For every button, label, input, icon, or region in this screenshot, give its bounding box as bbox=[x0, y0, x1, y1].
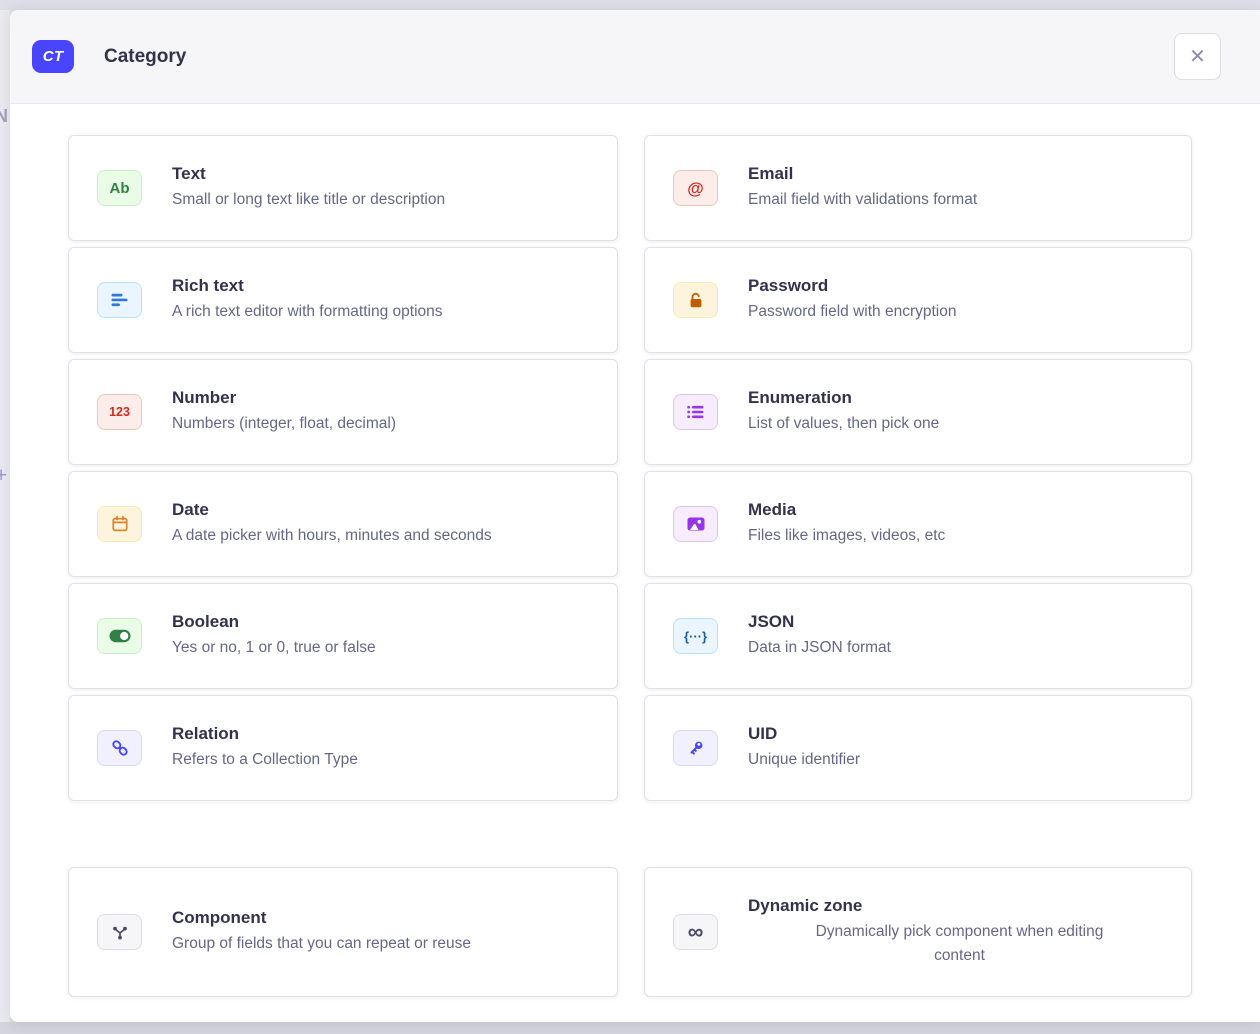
field-title: Number bbox=[172, 388, 597, 408]
component-nodes-icon bbox=[97, 914, 142, 950]
field-title: UID bbox=[748, 724, 1171, 744]
field-description: Data in JSON format bbox=[748, 636, 1171, 660]
password-lock-icon bbox=[673, 282, 718, 318]
field-card-json[interactable]: {···} JSON Data in JSON format bbox=[644, 583, 1192, 689]
field-card-text: Date A date picker with hours, minutes an… bbox=[172, 500, 597, 548]
field-title: Text bbox=[172, 164, 597, 184]
field-description: Unique identifier bbox=[748, 748, 1171, 772]
field-card-text: Relation Refers to a Collection Type bbox=[172, 724, 597, 772]
field-card-media[interactable]: Media Files like images, videos, etc bbox=[644, 471, 1192, 577]
field-title: Media bbox=[748, 500, 1171, 520]
field-card-text[interactable]: Ab Text Small or long text like title or d… bbox=[68, 135, 618, 241]
field-card-richtext[interactable]: Rich text A rich text editor with formatt… bbox=[68, 247, 618, 353]
text-ab-icon: Ab bbox=[97, 170, 142, 206]
field-card-password[interactable]: Password Password field with encryption bbox=[644, 247, 1192, 353]
field-card-text: Text Small or long text like title or des… bbox=[172, 164, 597, 212]
relation-link-icon bbox=[97, 730, 142, 766]
field-title: Dynamic zone bbox=[748, 896, 1171, 916]
field-card-text: Dynamic zone Dynamically pick component w… bbox=[748, 896, 1171, 968]
field-title: Boolean bbox=[172, 612, 597, 632]
number-123-icon: 123 bbox=[97, 394, 142, 430]
modal-body: Ab Text Small or long text like title or d… bbox=[10, 104, 1260, 1023]
field-card-text: JSON Data in JSON format bbox=[748, 612, 1171, 660]
enumeration-list-icon bbox=[673, 394, 718, 430]
content-type-badge: CT bbox=[32, 40, 74, 73]
modal-header: CT Category ✕ bbox=[10, 10, 1260, 104]
field-description: A rich text editor with formatting optio… bbox=[172, 300, 597, 324]
field-title: Password bbox=[748, 276, 1171, 296]
field-card-boolean[interactable]: Boolean Yes or no, 1 or 0, true or false bbox=[68, 583, 618, 689]
field-title: Email bbox=[748, 164, 1171, 184]
field-card-number[interactable]: 123 Number Numbers (integer, float, decima… bbox=[68, 359, 618, 465]
field-title: Rich text bbox=[172, 276, 597, 296]
field-card-email[interactable]: @ Email Email field with validations forma… bbox=[644, 135, 1192, 241]
default-fields-grid: Ab Text Small or long text like title or d… bbox=[68, 135, 1192, 801]
media-picture-icon bbox=[673, 506, 718, 542]
field-type-modal: CT Category ✕ Ab Text Small or long text l… bbox=[10, 10, 1260, 1022]
field-title: JSON bbox=[748, 612, 1171, 632]
boolean-toggle-icon bbox=[97, 618, 142, 654]
page-background-strip bbox=[0, 10, 10, 1022]
background-plus: + bbox=[0, 464, 7, 488]
modal-title: Category bbox=[104, 46, 186, 68]
field-card-date[interactable]: Date A date picker with hours, minutes an… bbox=[68, 471, 618, 577]
field-card-text: Enumeration List of values, then pick one bbox=[748, 388, 1171, 436]
uid-key-icon bbox=[673, 730, 718, 766]
field-title: Enumeration bbox=[748, 388, 1171, 408]
field-card-text: Number Numbers (integer, float, decimal) bbox=[172, 388, 597, 436]
json-braces-icon: {···} bbox=[673, 618, 718, 654]
field-card-text: Media Files like images, videos, etc bbox=[748, 500, 1171, 548]
field-title: Relation bbox=[172, 724, 597, 744]
background-letter-n: N bbox=[0, 106, 8, 127]
field-card-uid[interactable]: UID Unique identifier bbox=[644, 695, 1192, 801]
close-button[interactable]: ✕ bbox=[1174, 33, 1221, 80]
field-card-text: Rich text A rich text editor with formatt… bbox=[172, 276, 597, 324]
field-title: Date bbox=[172, 500, 597, 520]
field-card-dynamiczone[interactable]: ∞ Dynamic zone Dynamically pick component … bbox=[644, 867, 1192, 997]
field-description: Group of fields that you can repeat or r… bbox=[172, 932, 597, 956]
field-card-enumeration[interactable]: Enumeration List of values, then pick one bbox=[644, 359, 1192, 465]
field-card-text: UID Unique identifier bbox=[748, 724, 1171, 772]
dynamic-zone-infinity-icon: ∞ bbox=[673, 914, 718, 950]
field-description: A date picker with hours, minutes and se… bbox=[172, 524, 597, 548]
field-card-relation[interactable]: Relation Refers to a Collection Type bbox=[68, 695, 618, 801]
date-calendar-icon bbox=[97, 506, 142, 542]
field-description: Password field with encryption bbox=[748, 300, 1171, 324]
page-background-bottom bbox=[0, 1022, 1260, 1034]
field-description: Small or long text like title or descrip… bbox=[172, 188, 597, 212]
field-description: Email field with validations format bbox=[748, 188, 1171, 212]
field-description: Refers to a Collection Type bbox=[172, 748, 597, 772]
field-card-text: Password Password field with encryption bbox=[748, 276, 1171, 324]
advanced-fields-grid: Component Group of fields that you can re… bbox=[68, 867, 1192, 997]
richtext-lines-icon bbox=[97, 282, 142, 318]
field-description: List of values, then pick one bbox=[748, 412, 1171, 436]
field-description: Dynamically pick component when editing … bbox=[795, 920, 1125, 968]
field-card-component[interactable]: Component Group of fields that you can re… bbox=[68, 867, 618, 997]
field-title: Component bbox=[172, 908, 597, 928]
field-card-text: Boolean Yes or no, 1 or 0, true or false bbox=[172, 612, 597, 660]
field-card-text: Email Email field with validations format bbox=[748, 164, 1171, 212]
email-at-icon: @ bbox=[673, 170, 718, 206]
field-description: Numbers (integer, float, decimal) bbox=[172, 412, 597, 436]
field-description: Files like images, videos, etc bbox=[748, 524, 1171, 548]
close-icon: ✕ bbox=[1189, 47, 1206, 67]
field-card-text: Component Group of fields that you can re… bbox=[172, 908, 597, 956]
field-description: Yes or no, 1 or 0, true or false bbox=[172, 636, 597, 660]
